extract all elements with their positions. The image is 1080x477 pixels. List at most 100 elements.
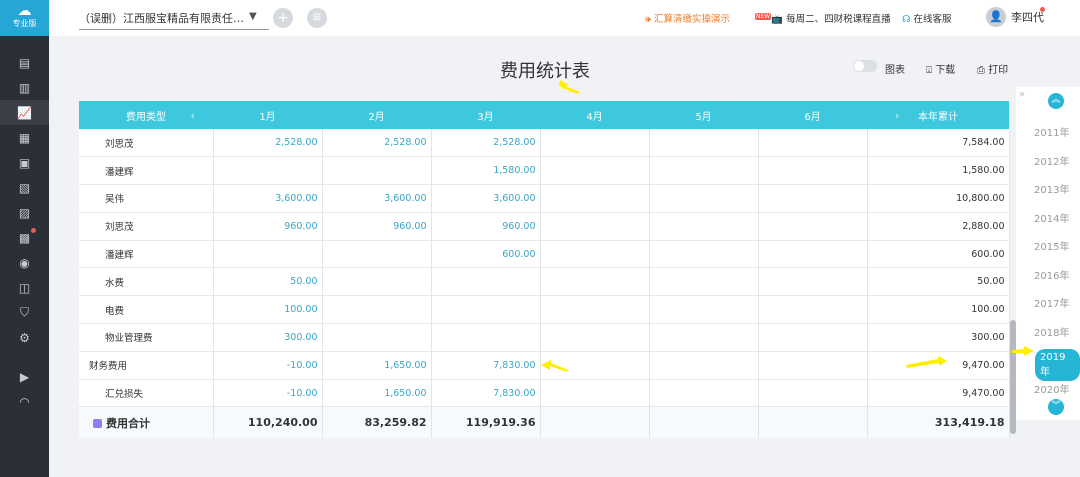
cell-month-amount[interactable] [322, 267, 432, 297]
cell-month-amount[interactable] [540, 184, 650, 213]
user-name[interactable]: 李四代 [1011, 9, 1044, 25]
sidebar-shield-icon[interactable]: ⛉ [0, 300, 49, 325]
cell-month-amount[interactable] [649, 212, 759, 241]
cell-month-amount[interactable] [322, 156, 432, 186]
cell-month-amount[interactable]: 960.00 [431, 212, 541, 241]
cell-month-amount[interactable]: 3,600.00 [322, 184, 432, 213]
demo-link[interactable]: 🕪 汇算清缴实操演示 [645, 11, 730, 25]
cell-month-amount[interactable] [649, 184, 759, 213]
chart-toggle[interactable] [853, 60, 877, 72]
sidebar-report-icon[interactable]: 📈 [0, 100, 49, 125]
live-course-link[interactable]: NEW📺 每周二、四财税课程直播 [755, 11, 891, 25]
cell-month-amount[interactable]: -10.00 [213, 379, 323, 408]
grid-icon[interactable]: ⊞ [307, 8, 327, 28]
sidebar-ledger-icon[interactable]: ▥ [0, 75, 49, 100]
sidebar-asset-icon[interactable]: ▦ [0, 125, 49, 150]
company-selector[interactable]: （误删）江西服宝精品有限责任… [79, 10, 269, 30]
cell-month-amount[interactable] [649, 323, 759, 352]
cell-month-amount[interactable] [758, 323, 868, 352]
cell-month-amount[interactable]: -10.00 [213, 351, 323, 380]
sidebar-tax-icon[interactable]: ▩ [0, 225, 49, 250]
sidebar-speed-icon[interactable]: ◠ [0, 389, 49, 414]
year-item[interactable]: 2016年 [1034, 267, 1069, 282]
cell-month-amount[interactable] [540, 129, 650, 158]
cell-month-amount[interactable] [649, 129, 759, 158]
cell-month-amount[interactable] [649, 351, 759, 380]
cell-month-amount[interactable]: 2,528.00 [213, 129, 323, 158]
cell-month-amount[interactable]: 1,650.00 [322, 379, 432, 408]
cell-month-amount[interactable]: 3,600.00 [213, 184, 323, 213]
cell-month-amount[interactable] [322, 295, 432, 325]
year-item[interactable]: 2011年 [1034, 124, 1069, 139]
cell-month-amount[interactable]: 300.00 [213, 323, 323, 352]
cell-month-amount[interactable] [758, 129, 868, 158]
year-item[interactable]: 2017年 [1034, 295, 1069, 310]
cell-month-amount[interactable] [431, 267, 541, 297]
cell-month-amount[interactable] [540, 240, 650, 269]
year-item[interactable]: 2020年 [1034, 381, 1069, 396]
add-icon[interactable]: + [273, 8, 293, 28]
cell-month-amount[interactable]: 960.00 [322, 212, 432, 241]
cell-month-amount[interactable]: 1,650.00 [322, 351, 432, 380]
cell-month-amount[interactable] [758, 184, 868, 213]
cell-month-amount[interactable] [540, 212, 650, 241]
cell-month-amount[interactable] [758, 295, 868, 325]
sidebar-salary-icon[interactable]: ◉ [0, 250, 49, 275]
cell-month-amount[interactable] [758, 240, 868, 269]
cell-month-amount[interactable] [540, 323, 650, 352]
sidebar-invoice-icon[interactable]: ▨ [0, 200, 49, 225]
cell-month-amount[interactable] [758, 267, 868, 297]
cell-month-amount[interactable]: 1,580.00 [431, 156, 541, 186]
cell-month-amount[interactable] [540, 379, 650, 408]
cell-month-amount[interactable] [540, 156, 650, 186]
sidebar-video-icon[interactable]: ▶ [0, 364, 49, 389]
sidebar-check-icon[interactable]: ◫ [0, 275, 49, 300]
cell-month-amount[interactable]: 7,830.00 [431, 379, 541, 408]
cell-month-amount[interactable] [758, 351, 868, 380]
chevron-left-icon[interactable]: ‹ [191, 109, 195, 122]
scroll-down-icon[interactable]: ︾ [1048, 399, 1064, 415]
cell-month-amount[interactable] [431, 323, 541, 352]
avatar[interactable]: 👤 [986, 7, 1006, 27]
cell-month-amount[interactable]: 2,528.00 [431, 129, 541, 158]
cell-month-amount[interactable] [540, 295, 650, 325]
cell-month-amount[interactable] [758, 212, 868, 241]
cell-month-amount[interactable]: 2,528.00 [322, 129, 432, 158]
cell-month-amount[interactable] [540, 351, 650, 380]
cell-month-amount[interactable]: 3,600.00 [431, 184, 541, 213]
chevron-down-icon[interactable]: ▼ [249, 11, 257, 22]
cell-month-amount[interactable] [649, 379, 759, 408]
sidebar-calendar-icon[interactable]: ▣ [0, 150, 49, 175]
cell-month-amount[interactable]: 50.00 [213, 267, 323, 297]
download-button[interactable]: ⍗ 下载 [926, 61, 955, 76]
cell-month-amount[interactable] [649, 240, 759, 269]
cell-month-amount[interactable] [322, 240, 432, 269]
sidebar-settings-icon[interactable]: ⚙ [0, 325, 49, 350]
cell-month-amount[interactable] [758, 156, 868, 186]
online-service-link[interactable]: ☊ 在线客服 [902, 11, 952, 25]
app-logo[interactable]: ☁ 专业版 [0, 0, 49, 36]
cell-month-amount[interactable]: 960.00 [213, 212, 323, 241]
cell-month-amount[interactable] [540, 267, 650, 297]
year-item[interactable]: 2015年 [1034, 238, 1069, 253]
cell-month-amount[interactable] [758, 379, 868, 408]
year-item[interactable]: 2013年 [1034, 181, 1069, 196]
cell-month-amount[interactable] [649, 267, 759, 297]
year-item[interactable]: 2019年 [1035, 349, 1080, 381]
cell-month-amount[interactable]: 100.00 [213, 295, 323, 325]
expand-icon[interactable]: » [1019, 89, 1025, 100]
cell-month-amount[interactable] [213, 156, 323, 186]
cell-month-amount[interactable]: 7,830.00 [431, 351, 541, 380]
cell-month-amount[interactable] [649, 156, 759, 186]
scroll-up-icon[interactable]: ︽ [1048, 93, 1064, 109]
cell-month-amount[interactable]: 600.00 [431, 240, 541, 269]
sidebar-voucher-icon[interactable]: ▤ [0, 50, 49, 75]
cell-month-amount[interactable] [213, 240, 323, 269]
year-item[interactable]: 2012年 [1034, 153, 1069, 168]
cell-month-amount[interactable] [649, 295, 759, 325]
year-item[interactable]: 2014年 [1034, 210, 1069, 225]
cell-month-amount[interactable] [322, 323, 432, 352]
sidebar-document-icon[interactable]: ▧ [0, 175, 49, 200]
cell-month-amount[interactable] [431, 295, 541, 325]
year-item[interactable]: 2018年 [1034, 324, 1069, 339]
